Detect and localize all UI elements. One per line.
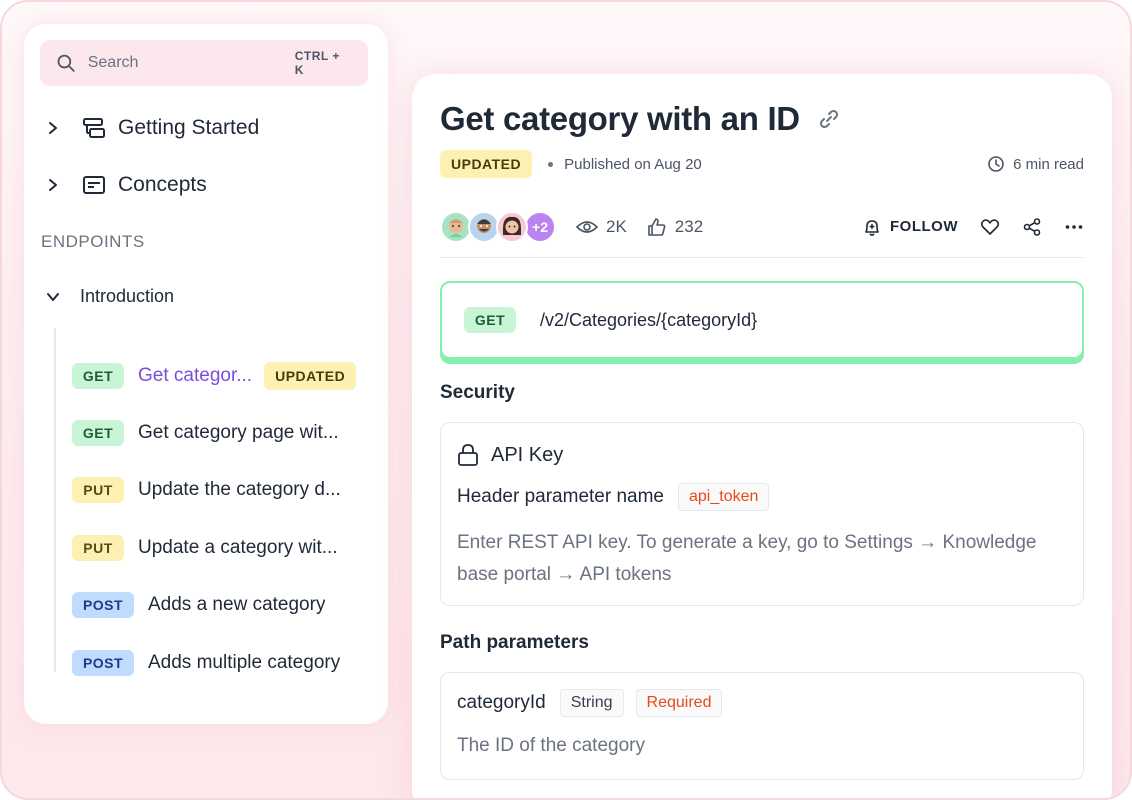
link-icon[interactable] [818,108,840,130]
param-description: The ID of the category [457,735,645,756]
follow-button[interactable]: FOLLOW [862,217,958,237]
method-badge: POST [72,650,134,676]
search-bar[interactable]: CTRL + K [40,40,368,86]
separator-dot [548,161,554,167]
follow-label: FOLLOW [890,218,958,235]
method-badge: POST [72,592,134,618]
path-param-card: categoryId String Required The ID of the… [440,672,1084,780]
security-card: API Key Header parameter name api_token … [440,422,1084,606]
avatar-face-icon [477,218,491,233]
search-input[interactable] [87,54,295,72]
search-shortcut: CTRL + K [294,49,340,77]
share-icon[interactable] [1022,217,1042,237]
app-frame: CTRL + K Getting Started [0,0,1132,800]
method-badge: GET [72,363,124,389]
clock-icon [988,156,1004,172]
lock-icon [458,444,478,466]
stack-icon [83,118,105,138]
endpoint-label: Get categor... [138,365,253,386]
sidebar-endpoint-get-category-id[interactable]: GET Get categor... UPDATED [72,362,357,390]
param-type-tag: String [559,689,624,717]
chevron-down-icon [47,292,59,301]
endpoint-url-box[interactable]: GET /v2/Categories/{categoryId} [440,281,1084,359]
method-badge: GET [464,307,516,333]
endpoint-tree: GET Get categor... UPDATED GET Get categ… [54,328,374,676]
header-param-row: Header parameter name api_token [457,483,770,511]
sidebar-group-introduction[interactable]: Introduction [46,286,174,307]
endpoint-label: Adds multiple category [148,652,341,673]
endpoint-path: /v2/Categories/{categoryId} [540,309,758,330]
social-row: +2 2K 232 FOLLOW [440,208,1084,258]
endpoint-label: Update the category d... [138,479,341,500]
sidebar-endpoint-get-category-page[interactable]: GET Get category page wit... [72,420,339,446]
section-label-endpoints: ENDPOINTS [41,232,145,251]
param-required-tag: Required [635,689,723,717]
sidebar-item-getting-started[interactable]: Getting Started [46,108,259,148]
param-row: categoryId String Required [457,689,723,717]
likes-count: 232 [674,216,704,236]
header-param-label: Header parameter name [457,486,664,507]
security-title: API Key [491,443,564,466]
read-time-label: 6 min read [1013,155,1084,173]
chevron-right-icon [49,179,57,191]
more-icon[interactable] [1064,217,1084,237]
views-stat: 2K [576,217,627,237]
sidebar-endpoint-add-multiple[interactable]: POST Adds multiple category [72,650,340,676]
avatar-more-count: +2 [524,210,556,243]
sidebar-endpoint-update-category-with[interactable]: PUT Update a category wit... [72,535,338,561]
article-panel: Get category with an ID UPDATED Publishe… [412,74,1112,798]
chevron-right-icon [49,122,57,134]
sidebar-item-label: Getting Started [118,116,260,139]
title-row: Get category with an ID [440,100,840,138]
header-param-value: api_token [678,483,770,511]
method-badge: PUT [72,477,124,503]
read-time: 6 min read [987,155,1084,173]
updated-badge: UPDATED [440,150,533,178]
eye-icon [576,220,598,233]
avatar-face-icon [449,218,463,237]
sidebar-endpoint-add-category[interactable]: POST Adds a new category [72,592,325,618]
bell-plus-icon [865,219,879,236]
page-title: Get category with an ID [440,100,800,137]
method-badge: GET [72,420,124,446]
meta-row: UPDATED Published on Aug 20 6 min read [440,150,1084,178]
article-actions: FOLLOW [862,217,1084,237]
endpoint-label: Get category page wit... [138,422,339,443]
security-title-row: API Key [457,443,563,467]
sidebar: CTRL + K Getting Started [24,24,388,724]
security-description: Enter REST API key. To generate a key, g… [457,532,1037,585]
contributor-avatars[interactable]: +2 [440,210,556,243]
sidebar-group-label: Introduction [80,286,175,306]
heart-icon[interactable] [980,217,1000,237]
sidebar-top-nav: Getting Started Concepts [46,108,259,222]
sidebar-item-concepts[interactable]: Concepts [46,165,259,205]
security-heading: Security [440,382,515,403]
path-params-heading: Path parameters [440,632,589,653]
updated-badge: UPDATED [264,362,357,390]
avatar-face-icon [503,216,521,235]
search-icon [57,54,75,72]
method-badge: PUT [72,535,124,561]
avatar [496,210,528,243]
card-icon [83,176,105,194]
endpoint-label: Update a category wit... [138,537,338,558]
published-date: Published on Aug 20 [564,155,702,173]
endpoint-label: Adds a new category [148,594,326,615]
sidebar-item-label: Concepts [118,173,207,196]
sidebar-endpoint-update-category[interactable]: PUT Update the category d... [72,477,341,503]
thumbs-up-icon [647,217,666,236]
param-name: categoryId [457,692,546,713]
views-count: 2K [606,216,627,236]
likes-stat[interactable]: 232 [647,217,703,237]
